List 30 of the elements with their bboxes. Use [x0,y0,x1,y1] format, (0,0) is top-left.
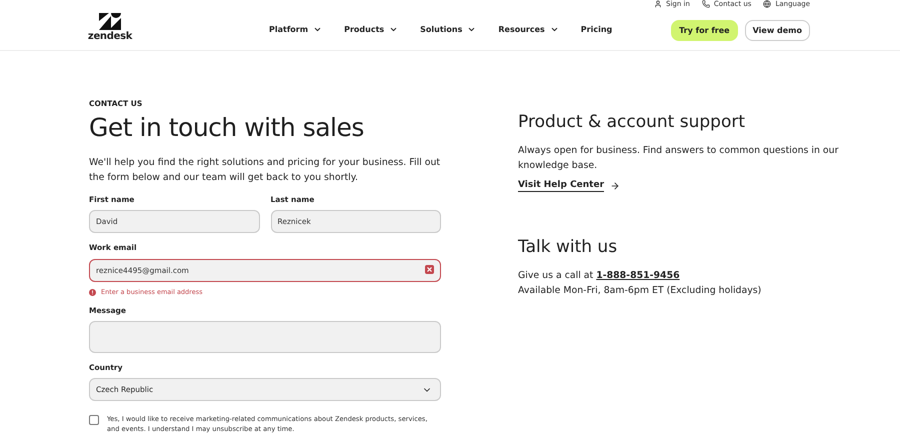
chevron-icon [550,25,559,34]
globe-icon [763,0,772,8]
try-free-button[interactable]: Try for free [671,20,738,40]
nav-item[interactable]: Products [344,25,398,34]
logo-text[interactable]: zendesk [88,30,132,42]
warning-icon [425,265,434,274]
arrow-icon [610,181,620,191]
logo-icon [99,12,121,30]
phone-link[interactable]: 1-888-851-9456 [596,270,680,281]
chevron-icon [389,25,398,34]
section-text: Available Mon-Fri, 8am-6pm ET (Excluding holidays) [518,284,762,298]
error-icon [89,288,96,296]
page-title: Get in touch with sales [89,113,365,143]
phone-icon [702,0,710,8]
section-title: Talk with us [518,236,618,258]
user-icon [654,0,662,8]
checkbox[interactable] [89,415,99,425]
nav-item[interactable]: Resources [498,25,559,34]
section-title: Product & account support [518,111,746,133]
intro-text: We'll help you find the right solutions and pricing for your business. Fill out the form below and our team will get back to you shortly. [89,156,441,185]
nav-item[interactable]: Pricing [580,25,612,34]
call-text: Give us a call at 1-888-851-9456 [518,269,681,283]
chevron-icon [313,25,322,34]
demo-button[interactable]: View demo [744,20,810,40]
section-text: Always open for business. Find answers to common questions in our knowledge base. [518,144,840,173]
nav-item[interactable]: Platform [269,25,322,34]
help-center-link[interactable]: Visit Help Center [518,180,870,192]
chevron-icon [467,25,476,34]
message-field[interactable] [89,321,441,353]
nav-item[interactable]: Solutions [420,25,476,34]
